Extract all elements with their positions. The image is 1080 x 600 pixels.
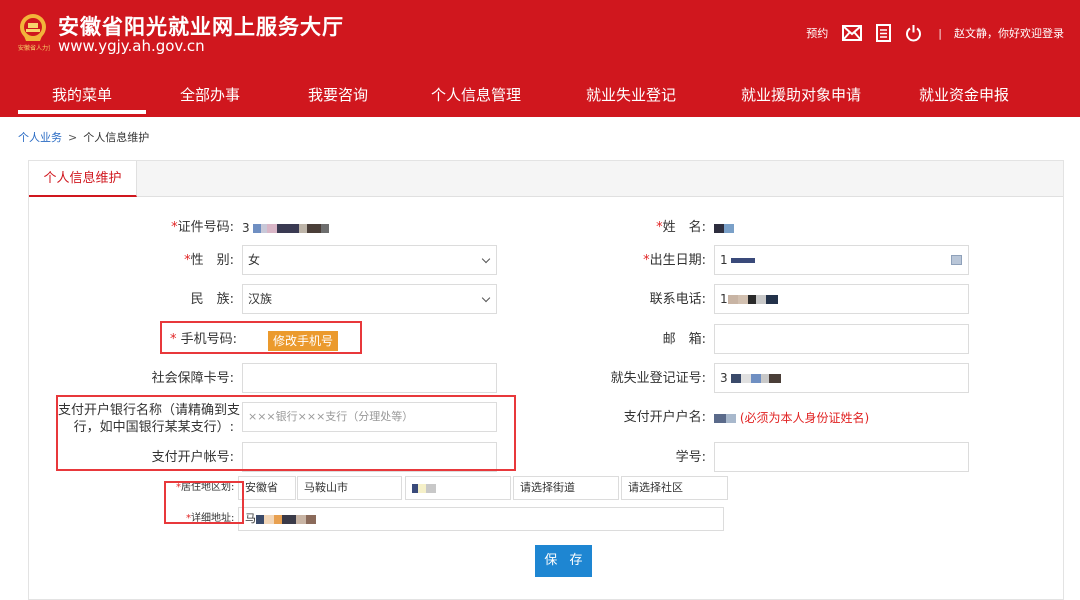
header-toolbar: 预约 | 赵文静，你好欢迎登录	[792, 22, 1064, 44]
breadcrumb-root[interactable]: 个人业务	[18, 131, 62, 144]
tab-bar: 个人信息维护	[29, 161, 1063, 197]
chevron-down-icon	[481, 254, 491, 264]
logo-emblem-icon	[20, 14, 46, 41]
community-select[interactable]: 请选择社区	[621, 476, 728, 500]
ethnicity-select[interactable]: 汉族	[242, 284, 497, 314]
address-field[interactable]: 马	[238, 507, 724, 531]
student-id-label: 学号:	[675, 450, 706, 465]
bank-account-label: 支付开户帐号:	[151, 450, 234, 465]
id-number-label: *证件号码:	[171, 220, 234, 235]
account-holder-label: 支付开户户名:	[623, 410, 706, 425]
document-icon[interactable]	[876, 24, 892, 42]
address-label: *详细地址:	[186, 513, 235, 524]
power-icon[interactable]	[905, 24, 922, 42]
id-number-value: 3	[242, 220, 330, 236]
site-header: 安徽省人力资源 安徽省阳光就业网上服务大厅 www.ygjy.ah.gov.cn…	[0, 0, 1080, 117]
nav-fund-declaration[interactable]: 就业资金申报	[890, 78, 1038, 116]
breadcrumb: 个人业务 > 个人信息维护	[18, 129, 149, 145]
calendar-icon[interactable]	[951, 255, 962, 265]
nav-all-services[interactable]: 全部办事	[146, 78, 274, 116]
bank-name-label: 支付开户银行名称（请精确到支 行，如中国银行某某支行）:	[58, 403, 241, 435]
welcome-text: 赵文静，你好欢迎登录	[954, 27, 1064, 40]
bank-name-input[interactable]: ×××银行×××支行（分理处等）	[242, 402, 497, 432]
site-url: www.ygjy.ah.gov.cn	[58, 37, 205, 55]
birth-date-field[interactable]: 1	[714, 245, 969, 275]
phone-field[interactable]: 1	[714, 284, 969, 314]
email-field[interactable]	[714, 324, 969, 354]
city-select[interactable]: 马鞍山市	[297, 476, 402, 500]
gender-select[interactable]: 女	[242, 245, 497, 275]
change-mobile-button[interactable]: 修改手机号	[268, 331, 339, 351]
email-label: 邮 箱:	[662, 332, 706, 347]
street-select[interactable]: 请选择街道	[513, 476, 619, 500]
appointment-link[interactable]: 预约	[806, 25, 828, 41]
nav-consult[interactable]: 我要咨询	[274, 78, 402, 116]
social-card-label: 社会保障卡号:	[151, 371, 234, 386]
province-select[interactable]: 安徽省	[238, 476, 296, 500]
nav-employment-registration[interactable]: 就业失业登记	[550, 78, 712, 116]
logo-caption: 安徽省人力资源	[18, 45, 50, 52]
account-holder-value: (必须为本人身份证姓名)	[714, 410, 869, 426]
name-label: *姓 名:	[656, 220, 706, 235]
residence-label: *居住地区划:	[176, 482, 235, 493]
ethnicity-label: 民 族:	[190, 292, 234, 307]
mobile-label: * 手机号码:	[170, 332, 238, 347]
toolbar-divider: |	[938, 26, 942, 40]
account-holder-note: (必须为本人身份证姓名)	[739, 411, 870, 425]
save-button[interactable]: 保 存	[535, 545, 592, 577]
breadcrumb-current: 个人信息维护	[83, 131, 150, 144]
mail-icon[interactable]	[842, 25, 863, 41]
social-card-field[interactable]	[242, 363, 497, 393]
main-nav: 我的菜单 全部办事 我要咨询 个人信息管理 就业失业登记 就业援助对象申请 就业…	[18, 78, 1038, 116]
breadcrumb-separator: >	[68, 131, 78, 144]
student-id-field[interactable]	[714, 442, 969, 472]
employment-reg-label: 就失业登记证号:	[610, 371, 706, 386]
name-value	[714, 220, 734, 236]
employment-reg-field[interactable]: 3	[714, 363, 969, 393]
phone-label: 联系电话:	[649, 292, 706, 307]
gender-label: *性 别:	[184, 253, 234, 268]
nav-personal-info[interactable]: 个人信息管理	[402, 78, 550, 116]
nav-my-menu[interactable]: 我的菜单	[18, 78, 146, 116]
chevron-down-icon	[481, 293, 491, 303]
district-select[interactable]	[405, 476, 511, 500]
tab-personal-info[interactable]: 个人信息维护	[29, 161, 137, 197]
bank-account-field[interactable]	[242, 442, 497, 472]
nav-assistance-application[interactable]: 就业援助对象申请	[712, 78, 890, 116]
birth-date-label: *出生日期:	[643, 253, 706, 268]
